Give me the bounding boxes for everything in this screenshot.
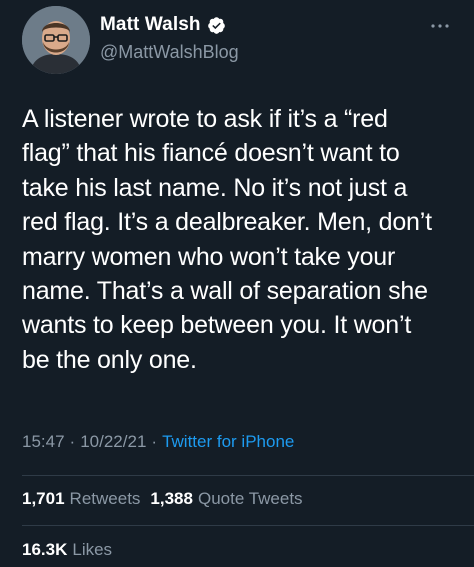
avatar-image <box>22 6 90 74</box>
divider <box>22 525 474 526</box>
retweets-label: Retweets <box>69 489 141 508</box>
tweet-time[interactable]: 15:47 <box>22 432 65 451</box>
tweet-date[interactable]: 10/22/21 <box>80 432 146 451</box>
likes-stats-row: 16.3K Likes <box>22 540 112 560</box>
quote-tweets-stat[interactable]: 1,388 Quote Tweets <box>150 489 302 508</box>
author-display-name[interactable]: Matt Walsh <box>100 14 201 36</box>
author-handle[interactable]: @MattWalshBlog <box>100 42 239 63</box>
author-name-row: Matt Walsh <box>100 14 226 36</box>
more-options-icon[interactable] <box>430 16 450 34</box>
tweet-source-link[interactable]: Twitter for iPhone <box>162 432 294 451</box>
tweet-header: Matt Walsh @MattWalshBlog <box>0 0 474 80</box>
tweet-meta: 15:47 · 10/22/21 · Twitter for iPhone <box>22 432 294 452</box>
quote-tweets-label: Quote Tweets <box>197 489 303 508</box>
quote-tweets-count: 1,388 <box>150 489 193 508</box>
verified-badge-icon <box>207 16 226 35</box>
likes-stat[interactable]: 16.3K Likes <box>22 540 112 559</box>
meta-separator: · <box>69 432 76 451</box>
retweets-count: 1,701 <box>22 489 65 508</box>
likes-count: 16.3K <box>22 540 68 559</box>
likes-label: Likes <box>72 540 113 559</box>
divider <box>22 475 474 476</box>
retweet-stats-row: 1,701 Retweets 1,388 Quote Tweets <box>22 489 303 509</box>
avatar[interactable] <box>22 6 90 74</box>
tweet-text: A listener wrote to ask if it’s a “red f… <box>22 105 432 374</box>
meta-separator: · <box>151 432 158 451</box>
retweets-stat[interactable]: 1,701 Retweets <box>22 489 140 508</box>
